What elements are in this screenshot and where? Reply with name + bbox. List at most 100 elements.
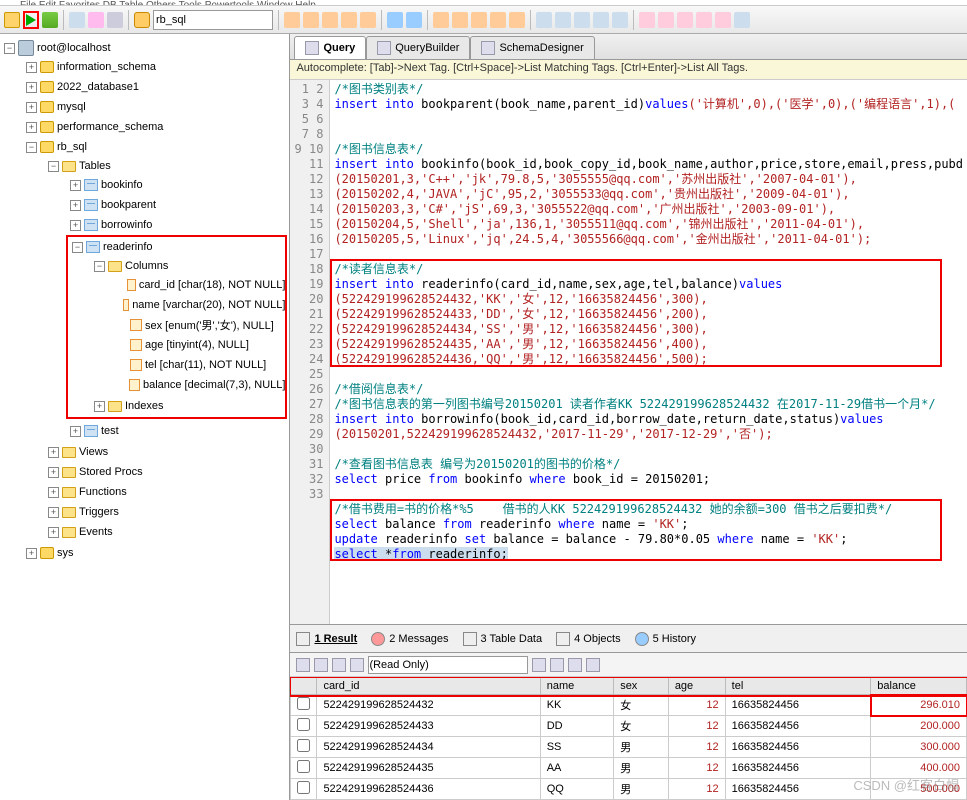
tab-tabledata[interactable]: 3 Table Data	[463, 632, 543, 646]
cell[interactable]: 16635824456	[725, 737, 871, 758]
expand-icon[interactable]: +	[26, 548, 37, 559]
new-conn-icon[interactable]	[4, 12, 20, 28]
cell[interactable]: 12	[668, 737, 725, 758]
cell[interactable]: 男	[614, 779, 669, 800]
expand-icon[interactable]: +	[26, 62, 37, 73]
cancel-icon[interactable]	[568, 658, 582, 672]
tab-builder[interactable]: QueryBuilder	[366, 36, 470, 59]
table-item[interactable]: +bookinfo	[70, 176, 289, 194]
cell[interactable]: 男	[614, 758, 669, 779]
row-checkbox[interactable]	[297, 760, 310, 773]
collapse-icon[interactable]: −	[4, 43, 15, 54]
expand-icon[interactable]: +	[70, 220, 81, 231]
row-checkbox[interactable]	[297, 781, 310, 794]
table-item[interactable]: +borrowinfo	[70, 216, 289, 234]
cell[interactable]: 12	[668, 758, 725, 779]
indexes-folder[interactable]: +Indexes	[94, 397, 285, 415]
table-readerinfo[interactable]: −readerinfo	[72, 238, 285, 256]
cell-balance[interactable]: 296.010	[871, 695, 967, 716]
expand-icon[interactable]: +	[26, 102, 37, 113]
expand-icon[interactable]: +	[48, 467, 59, 478]
tool-icon-19[interactable]	[658, 12, 674, 28]
db-item[interactable]: +information_schema	[26, 58, 289, 76]
new-query-icon[interactable]	[88, 12, 104, 28]
col-header[interactable]: age	[668, 678, 725, 695]
cell-balance[interactable]: 300.000	[871, 737, 967, 758]
column-item[interactable]: card_id [char(18), NOT NULL]	[116, 276, 285, 294]
tool-icon-15[interactable]	[574, 12, 590, 28]
tool-icon-12[interactable]	[509, 12, 525, 28]
db-item[interactable]: +mysql	[26, 98, 289, 116]
cell[interactable]: SS	[540, 737, 613, 758]
tab-query[interactable]: Query	[294, 36, 366, 59]
tool-icon-3[interactable]	[322, 12, 338, 28]
table-row[interactable]: 522429199628524432KK女1216635824456296.01…	[291, 695, 967, 716]
cell[interactable]: KK	[540, 695, 613, 716]
refresh-icon[interactable]	[69, 12, 85, 28]
expand-icon[interactable]: +	[70, 200, 81, 211]
execute-all-icon[interactable]	[42, 12, 58, 28]
cell[interactable]: DD	[540, 716, 613, 737]
cell[interactable]: 12	[668, 695, 725, 716]
tab-history[interactable]: 5 History	[635, 632, 696, 646]
tool-icon-13[interactable]	[536, 12, 552, 28]
cell-balance[interactable]: 400.000	[871, 758, 967, 779]
expand-icon[interactable]: +	[48, 527, 59, 538]
cell-balance[interactable]: 200.000	[871, 716, 967, 737]
columns-folder[interactable]: −Columns	[94, 257, 285, 275]
expand-icon[interactable]: +	[70, 180, 81, 191]
db-item[interactable]: +sys	[26, 544, 289, 562]
cell[interactable]: 16635824456	[725, 716, 871, 737]
tool-icon-17[interactable]	[612, 12, 628, 28]
collapse-icon[interactable]: −	[72, 242, 83, 253]
tab-result[interactable]: 1 Result	[296, 632, 357, 646]
cell[interactable]: 522429199628524432	[317, 695, 540, 716]
more-icon[interactable]	[586, 658, 600, 672]
filter-icon[interactable]	[350, 658, 364, 672]
collapse-icon[interactable]: −	[48, 161, 59, 172]
execute-icon[interactable]	[26, 14, 36, 26]
column-item[interactable]: tel [char(11), NOT NULL]	[116, 356, 285, 374]
table-item[interactable]: +bookparent	[70, 196, 289, 214]
cell[interactable]: 522429199628524434	[317, 737, 540, 758]
tool-icon-14[interactable]	[555, 12, 571, 28]
procs-folder[interactable]: +Stored Procs	[48, 463, 289, 481]
save-icon[interactable]	[107, 12, 123, 28]
cell[interactable]: 16635824456	[725, 758, 871, 779]
refresh-grid-icon[interactable]	[332, 658, 346, 672]
tool-icon-1[interactable]	[284, 12, 300, 28]
tab-schema[interactable]: SchemaDesigner	[470, 36, 594, 59]
cell[interactable]: 男	[614, 737, 669, 758]
col-header[interactable]: card_id	[317, 678, 540, 695]
col-header[interactable]: tel	[725, 678, 871, 695]
tool-icon-9[interactable]	[452, 12, 468, 28]
functions-folder[interactable]: +Functions	[48, 483, 289, 501]
object-browser[interactable]: −root@localhost +information_schema +202…	[0, 34, 290, 800]
table-row[interactable]: 522429199628524436QQ男1216635824456500.00…	[291, 779, 967, 800]
tool-icon-18[interactable]	[639, 12, 655, 28]
tool-icon-11[interactable]	[490, 12, 506, 28]
row-checkbox[interactable]	[297, 697, 310, 710]
database-combo[interactable]	[153, 10, 273, 30]
col-header[interactable]: sex	[614, 678, 669, 695]
tool-icon-7[interactable]	[406, 12, 422, 28]
expand-icon[interactable]: +	[26, 122, 37, 133]
col-header[interactable]: balance	[871, 678, 967, 695]
cell[interactable]: 女	[614, 716, 669, 737]
tool-icon-20[interactable]	[677, 12, 693, 28]
views-folder[interactable]: +Views	[48, 443, 289, 461]
collapse-icon[interactable]: −	[26, 142, 37, 153]
cell[interactable]: QQ	[540, 779, 613, 800]
cell[interactable]: 16635824456	[725, 779, 871, 800]
tool-icon-4[interactable]	[341, 12, 357, 28]
cell[interactable]: 12	[668, 779, 725, 800]
expand-icon[interactable]: +	[94, 401, 105, 412]
table-row[interactable]: 522429199628524434SS男1216635824456300.00…	[291, 737, 967, 758]
row-checkbox[interactable]	[297, 739, 310, 752]
cell[interactable]: 女	[614, 695, 669, 716]
cell[interactable]: 12	[668, 716, 725, 737]
cell[interactable]: 522429199628524436	[317, 779, 540, 800]
tables-folder[interactable]: −Tables	[48, 157, 289, 175]
cell[interactable]: 16635824456	[725, 695, 871, 716]
column-item[interactable]: sex [enum('男','女'), NULL]	[116, 316, 285, 334]
